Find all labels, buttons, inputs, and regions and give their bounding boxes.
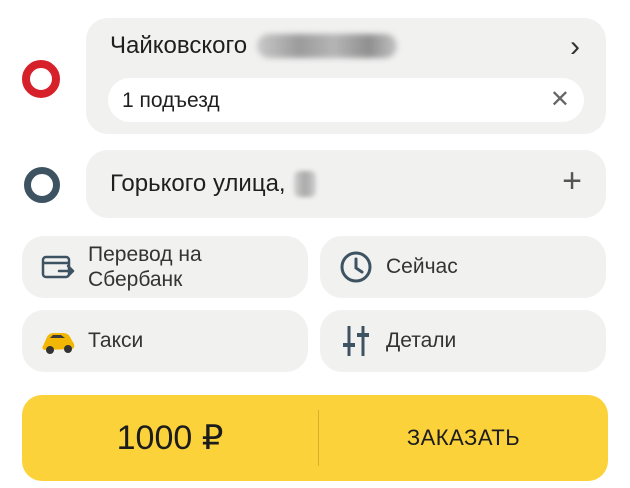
details-label: Детали [386, 329, 457, 353]
destination-address-text: Горького улица, [110, 170, 286, 197]
payment-method-button[interactable]: Перевод на Сбербанк [22, 236, 308, 298]
redacted-text [257, 34, 398, 58]
payment-method-label: Перевод на Сбербанк [88, 242, 202, 291]
origin-address-text: Чайковского [110, 32, 248, 59]
close-icon[interactable]: ✕ [550, 85, 570, 114]
tariff-button[interactable]: Такси [22, 310, 308, 372]
sliders-icon [336, 321, 376, 361]
price-label: 1000 ₽ [116, 419, 224, 457]
time-label: Сейчас [386, 255, 458, 279]
destination-address: Горького улица, [110, 170, 316, 198]
redacted-text [293, 171, 316, 197]
taxi-car-icon [38, 321, 78, 361]
destination-marker-icon [24, 167, 60, 203]
origin-address: Чайковского [110, 32, 398, 60]
chevron-right-icon[interactable]: › [570, 32, 580, 62]
tariff-label: Такси [88, 329, 144, 353]
time-button[interactable]: Сейчас [320, 236, 606, 298]
details-button[interactable]: Детали [320, 310, 606, 372]
entrance-value: 1 подъезд [122, 89, 220, 112]
order-button[interactable]: ЗАКАЗАТЬ [319, 425, 608, 451]
origin-marker-icon [22, 60, 60, 98]
order-bar[interactable]: 1000 ₽ ЗАКАЗАТЬ [22, 395, 608, 481]
destination-address-card[interactable]: Горького улица, + [86, 150, 606, 218]
plus-icon[interactable]: + [562, 164, 582, 198]
entrance-field[interactable]: 1 подъезд ✕ [108, 78, 584, 122]
payment-card-icon [38, 247, 78, 287]
clock-icon [336, 247, 376, 287]
origin-address-card[interactable]: Чайковского › 1 подъезд ✕ [86, 18, 606, 134]
